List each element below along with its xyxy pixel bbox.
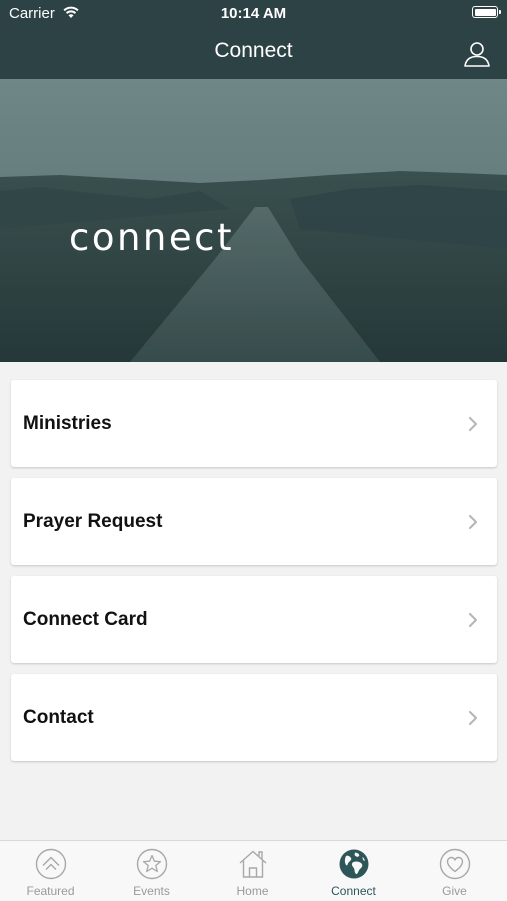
hero-heading: connect	[69, 216, 234, 259]
tab-events[interactable]: Events	[101, 841, 202, 901]
top-bar: Carrier 10:14 AM Connect	[0, 0, 507, 79]
star-circle-icon	[136, 848, 168, 880]
tab-label: Featured	[26, 884, 75, 898]
house-icon	[239, 850, 267, 878]
chevron-right-icon	[469, 711, 477, 725]
menu-item-label: Contact	[23, 707, 94, 728]
connect-menu: Ministries Prayer Request Connect Card C…	[11, 380, 497, 772]
profile-icon[interactable]	[463, 40, 491, 68]
tab-label: Connect	[331, 884, 376, 898]
chevron-right-icon	[469, 613, 477, 627]
tab-give[interactable]: Give	[404, 841, 505, 901]
tab-label: Give	[442, 884, 467, 898]
menu-item-label: Connect Card	[23, 609, 148, 630]
tab-label: Events	[133, 884, 170, 898]
globe-icon	[339, 849, 369, 879]
menu-item-label: Prayer Request	[23, 511, 163, 532]
chevron-right-icon	[469, 417, 477, 431]
menu-item-prayer-request[interactable]: Prayer Request	[11, 478, 497, 565]
menu-item-contact[interactable]: Contact	[11, 674, 497, 761]
chevron-up-circle-icon	[35, 848, 67, 880]
tab-featured[interactable]: Featured	[0, 841, 101, 901]
menu-item-label: Ministries	[23, 413, 112, 434]
page-title: Connect	[214, 39, 293, 62]
menu-item-ministries[interactable]: Ministries	[11, 380, 497, 467]
chevron-right-icon	[469, 515, 477, 529]
battery-icon	[472, 6, 501, 18]
heart-circle-icon	[439, 848, 471, 880]
tab-bar: Featured Events Home Connect Give	[0, 840, 507, 901]
tab-home[interactable]: Home	[202, 841, 303, 901]
tab-connect[interactable]: Connect	[303, 841, 404, 901]
tab-label: Home	[236, 884, 269, 898]
status-bar: Carrier 10:14 AM	[0, 0, 507, 28]
clock: 10:14 AM	[220, 5, 287, 22]
hero-banner: connect	[0, 79, 507, 362]
menu-item-connect-card[interactable]: Connect Card	[11, 576, 497, 663]
